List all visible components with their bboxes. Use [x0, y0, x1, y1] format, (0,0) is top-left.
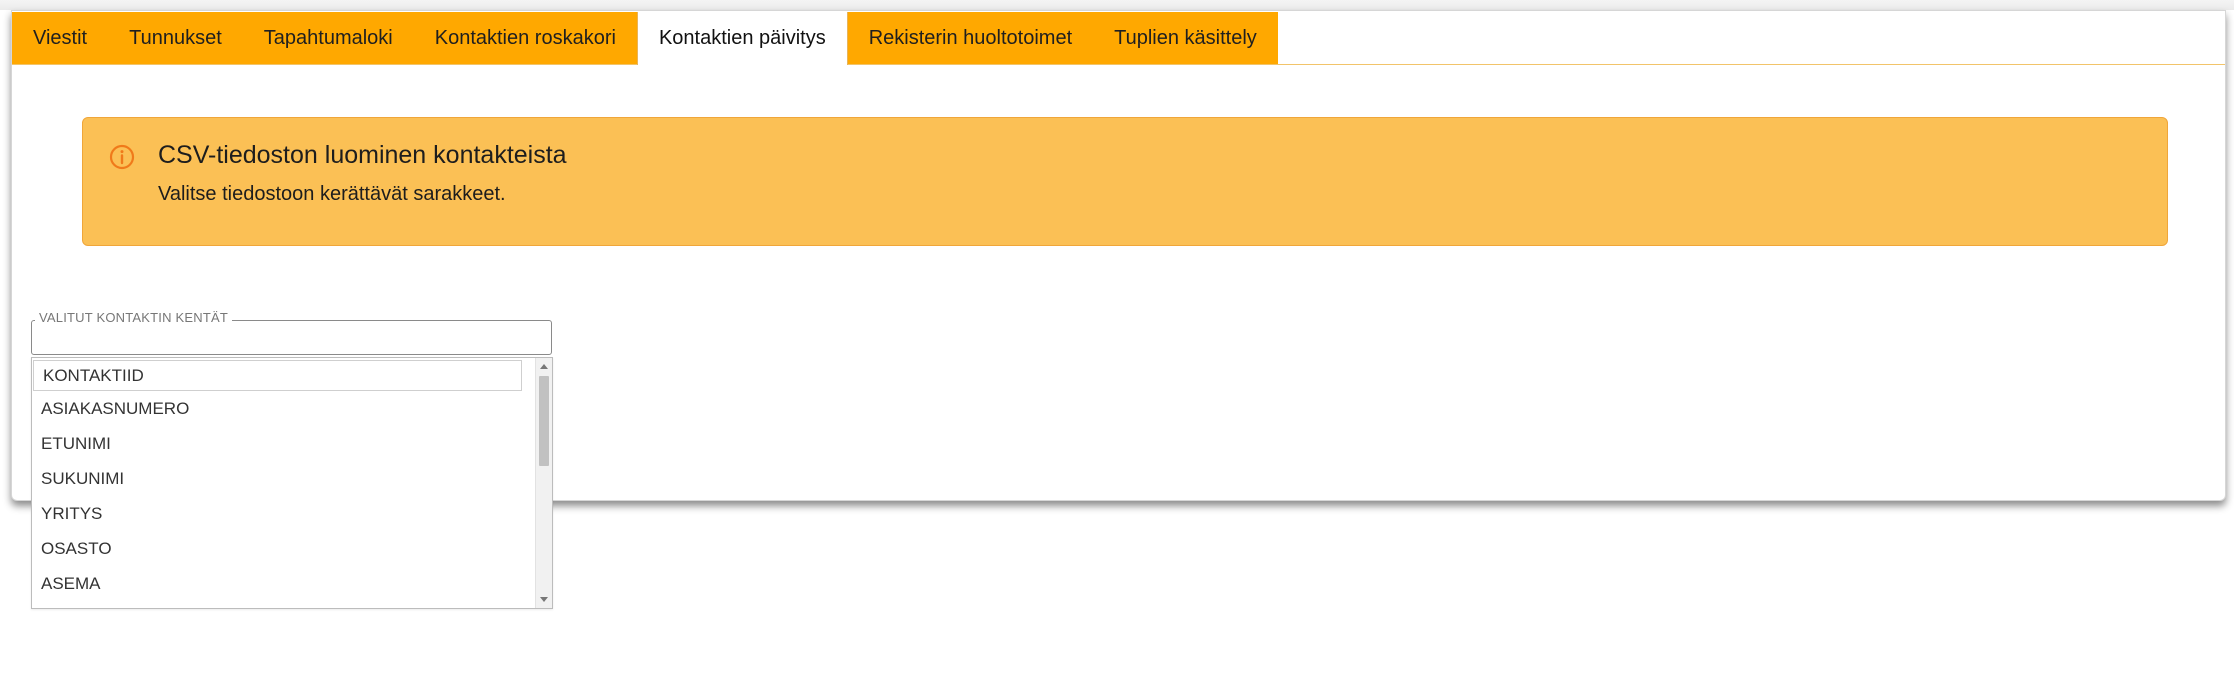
window-top-strip [0, 0, 2234, 10]
info-alert: CSV-tiedoston luominen kontakteista Vali… [82, 117, 2168, 246]
list-item-kontaktiid[interactable]: KONTAKTIID [33, 360, 522, 391]
list-item-asema[interactable]: ASEMA [32, 566, 523, 601]
list-item-sukunimi[interactable]: SUKUNIMI [32, 461, 523, 496]
listbox-scrollbar[interactable] [535, 358, 552, 608]
tab-tapahtumaloki[interactable]: Tapahtumaloki [242, 12, 414, 64]
scroll-down-arrow-icon[interactable] [540, 597, 548, 602]
tab-viestit[interactable]: Viestit [12, 12, 109, 64]
tab-tunnukset[interactable]: Tunnukset [108, 12, 243, 64]
alert-title: CSV-tiedoston luominen kontakteista [158, 141, 567, 169]
tab-bar: Viestit Tunnukset Tapahtumaloki Kontakti… [12, 12, 2225, 65]
tab-tuplien-kasittely[interactable]: Tuplien käsittely [1093, 12, 1278, 64]
field-options-listbox[interactable]: KONTAKTIID ASIAKASNUMERO ETUNIMI SUKUNIM… [31, 357, 553, 609]
tab-rekisterin-huoltotoimet[interactable]: Rekisterin huoltotoimet [847, 12, 1094, 64]
tab-bar-filler [1278, 12, 2225, 64]
selected-fields-input[interactable] [31, 320, 552, 355]
scroll-thumb[interactable] [539, 376, 549, 466]
list-item-asiakasnumero[interactable]: ASIAKASNUMERO [32, 391, 523, 426]
alert-text: Valitse tiedostoon kerättävät sarakkeet. [158, 183, 506, 205]
tab-kontaktien-roskakori[interactable]: Kontaktien roskakori [413, 12, 637, 64]
selected-fields-legend: VALITUT KONTAKTIN KENTÄT [35, 310, 232, 325]
scroll-up-arrow-icon[interactable] [540, 364, 548, 369]
tab-kontaktien-paivitys[interactable]: Kontaktien päivitys [636, 12, 848, 65]
list-item-etunimi[interactable]: ETUNIMI [32, 426, 523, 461]
info-circle-icon [109, 144, 135, 170]
list-item-yritys[interactable]: YRITYS [32, 496, 523, 531]
list-item-osasto[interactable]: OSASTO [32, 531, 523, 566]
